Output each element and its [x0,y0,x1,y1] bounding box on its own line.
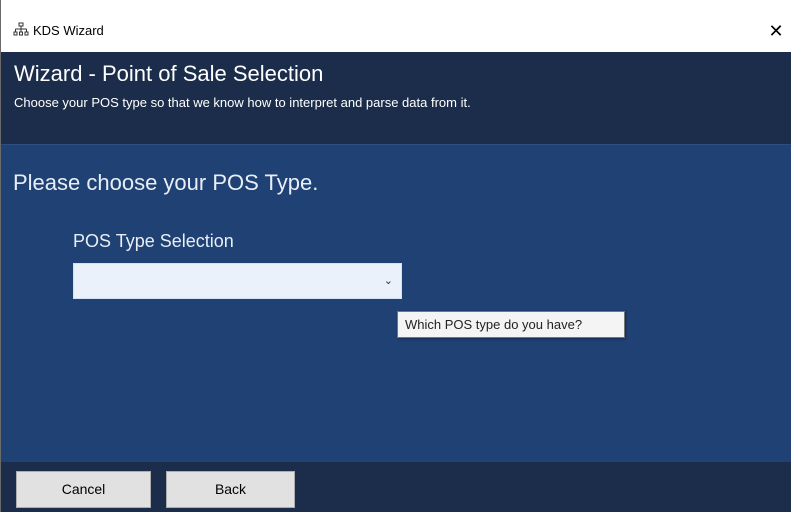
content-heading: Please choose your POS Type. [13,170,319,195]
title-bar: KDS Wizard ✕ [1,0,791,52]
pos-type-select[interactable]: ⌄ [73,263,402,299]
close-button[interactable]: ✕ [761,18,791,44]
page-subtitle: Choose your POS type so that we know how… [14,95,471,110]
pos-type-tooltip: Which POS type do you have? [397,311,625,338]
page-title: Wizard - Point of Sale Selection [14,61,324,86]
wizard-header: Wizard - Point of Sale Selection Choose … [1,52,791,144]
pos-type-label: POS Type Selection [73,231,234,251]
network-icon [13,22,29,36]
window-title: KDS Wizard [33,23,104,38]
wizard-footer: Cancel Back [1,462,791,512]
wizard-content: Please choose your POS Type. POS Type Se… [1,144,791,462]
chevron-down-icon: ⌄ [383,275,393,287]
cancel-button[interactable]: Cancel [16,471,151,508]
back-button[interactable]: Back [166,471,295,508]
close-icon: ✕ [768,20,784,41]
kds-wizard-window: KDS Wizard ✕ Wizard - Point of Sale Sele… [0,0,791,512]
